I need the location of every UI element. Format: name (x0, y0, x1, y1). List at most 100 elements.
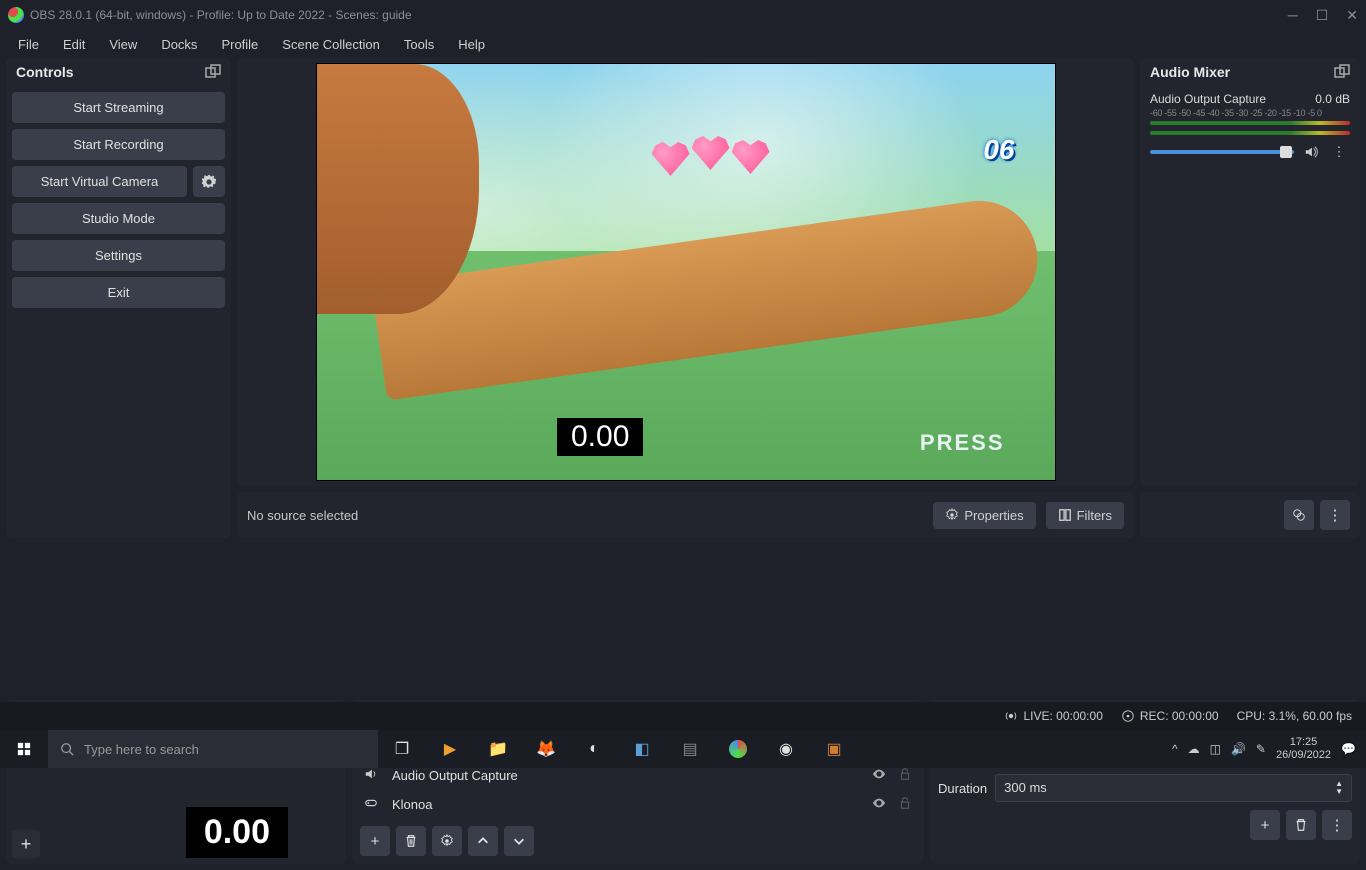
mixer-track-name: Audio Output Capture (1150, 92, 1266, 106)
move-up-button[interactable] (468, 826, 498, 856)
audio-mixer-panel: Audio Mixer Audio Output Capture 0.0 dB … (1140, 58, 1360, 486)
menu-file[interactable]: File (8, 33, 49, 56)
properties-button[interactable]: Properties (933, 502, 1035, 529)
heart-icon (652, 142, 690, 176)
tray-onedrive-icon[interactable]: ☁ (1188, 742, 1200, 756)
add-transition-button[interactable]: + (1250, 810, 1280, 840)
remove-source-button[interactable] (396, 826, 426, 856)
preview-area[interactable]: 06 PRESS 0.00 (237, 58, 1134, 486)
source-item[interactable]: Klonoa (356, 790, 920, 819)
exit-button[interactable]: Exit (12, 277, 225, 308)
controls-title: Controls (16, 64, 74, 80)
menu-help[interactable]: Help (448, 33, 495, 56)
menu-scene-collection[interactable]: Scene Collection (272, 33, 390, 56)
source-name: Klonoa (392, 797, 432, 812)
gear-crossed-icon (1292, 508, 1306, 522)
window-title: OBS 28.0.1 (64-bit, windows) - Profile: … (30, 8, 412, 22)
trash-icon (404, 834, 418, 848)
gear-icon (945, 508, 959, 522)
transition-kebab-button[interactable]: ⋮ (1322, 810, 1352, 840)
controls-panel: Controls Start Streaming Start Recording… (6, 58, 231, 538)
taskbar-app[interactable]: 🦊 (522, 730, 570, 768)
tray-volume-icon[interactable]: 🔊 (1231, 742, 1246, 756)
notifications-icon[interactable]: 💬 (1341, 742, 1356, 756)
disk-icon (1121, 709, 1135, 723)
lock-icon[interactable] (898, 796, 912, 813)
remove-transition-button[interactable] (1286, 810, 1316, 840)
chevron-up-icon (476, 834, 490, 848)
source-name: Audio Output Capture (392, 768, 518, 783)
taskbar-app[interactable] (714, 730, 762, 768)
taskbar-app[interactable]: ◐ (570, 730, 618, 768)
mixer-meter (1150, 131, 1350, 135)
minimize-button[interactable]: ─ (1288, 7, 1298, 24)
gear-icon (440, 834, 454, 848)
dock-icon[interactable] (205, 64, 221, 80)
mixer-advanced-button[interactable] (1284, 500, 1314, 530)
speaker-icon (364, 767, 382, 784)
close-button[interactable]: ✕ (1346, 7, 1358, 24)
lock-icon[interactable] (898, 767, 912, 784)
duration-input[interactable]: 300 ms ▲▼ (995, 774, 1352, 802)
start-virtual-camera-button[interactable]: Start Virtual Camera (12, 166, 187, 197)
kebab-icon[interactable]: ⋮ (1328, 141, 1350, 163)
tray-pen-icon[interactable]: ✎ (1256, 742, 1266, 756)
preview-canvas: 06 PRESS (316, 63, 1056, 481)
taskbar-app[interactable]: ◉ (762, 730, 810, 768)
tray-network-icon[interactable]: ◫ (1210, 742, 1221, 756)
start-button[interactable] (0, 730, 48, 768)
obs-icon (8, 7, 24, 23)
source-properties-button[interactable] (432, 826, 462, 856)
menu-profile[interactable]: Profile (211, 33, 268, 56)
preview-toolbar: No source selected Properties Filters (237, 492, 1134, 538)
add-source-button[interactable]: + (360, 826, 390, 856)
move-down-button[interactable] (504, 826, 534, 856)
spinner-icon: ▲▼ (1335, 780, 1343, 796)
heart-icon (692, 136, 730, 170)
taskbar-app[interactable]: 📁 (474, 730, 522, 768)
search-input[interactable]: Type here to search (48, 730, 378, 768)
maximize-button[interactable]: ☐ (1316, 7, 1329, 24)
duration-label: Duration (938, 781, 987, 796)
vcam-settings-button[interactable] (193, 166, 225, 197)
dock-icon[interactable] (1334, 64, 1350, 80)
taskbar-app[interactable]: ▶ (426, 730, 474, 768)
status-rec: REC: 00:00:00 (1140, 709, 1219, 723)
filters-icon (1058, 508, 1072, 522)
task-view-button[interactable]: ❐ (378, 730, 426, 768)
start-streaming-button[interactable]: Start Streaming (12, 92, 225, 123)
game-score: 06 (983, 134, 1014, 166)
add-scene-button[interactable]: + (12, 830, 40, 858)
start-recording-button[interactable]: Start Recording (12, 129, 225, 160)
studio-mode-button[interactable]: Studio Mode (12, 203, 225, 234)
trash-icon (1294, 818, 1308, 832)
menu-tools[interactable]: Tools (394, 33, 444, 56)
kebab-button[interactable]: ⋮ (1320, 500, 1350, 530)
menu-docks[interactable]: Docks (151, 33, 207, 56)
mixer-title: Audio Mixer (1150, 64, 1230, 80)
menu-edit[interactable]: Edit (53, 33, 95, 56)
volume-slider[interactable] (1150, 150, 1294, 154)
tray-chevron-icon[interactable]: ^ (1172, 742, 1178, 756)
menubar: File Edit View Docks Profile Scene Colle… (0, 30, 1366, 58)
mixer-scale: -60 -55 -50 -45 -40 -35 -30 -25 -20 -15 … (1150, 108, 1350, 118)
mixer-meter (1150, 121, 1350, 125)
system-tray: ^ ☁ ◫ 🔊 ✎ 17:25 26/09/2022 💬 (1162, 736, 1366, 762)
taskbar-app[interactable]: ▤ (666, 730, 714, 768)
no-source-label: No source selected (247, 508, 358, 523)
status-bar: LIVE: 00:00:00 REC: 00:00:00 CPU: 3.1%, … (0, 702, 1366, 730)
status-live: LIVE: 00:00:00 (1023, 709, 1102, 723)
search-icon (60, 742, 74, 756)
taskbar-app[interactable]: ◧ (618, 730, 666, 768)
menu-view[interactable]: View (99, 33, 147, 56)
eye-icon[interactable] (872, 796, 886, 813)
eye-icon[interactable] (872, 767, 886, 784)
filters-button[interactable]: Filters (1046, 502, 1124, 529)
taskbar-app[interactable]: ▣ (810, 730, 858, 768)
settings-button[interactable]: Settings (12, 240, 225, 271)
titlebar: OBS 28.0.1 (64-bit, windows) - Profile: … (0, 0, 1366, 30)
game-press-label: PRESS (920, 430, 1005, 456)
taskbar-clock[interactable]: 17:25 26/09/2022 (1276, 736, 1331, 762)
taskbar: Type here to search ❐ ▶ 📁 🦊 ◐ ◧ ▤ ◉ ▣ ^ … (0, 730, 1366, 768)
speaker-icon[interactable] (1300, 141, 1322, 163)
